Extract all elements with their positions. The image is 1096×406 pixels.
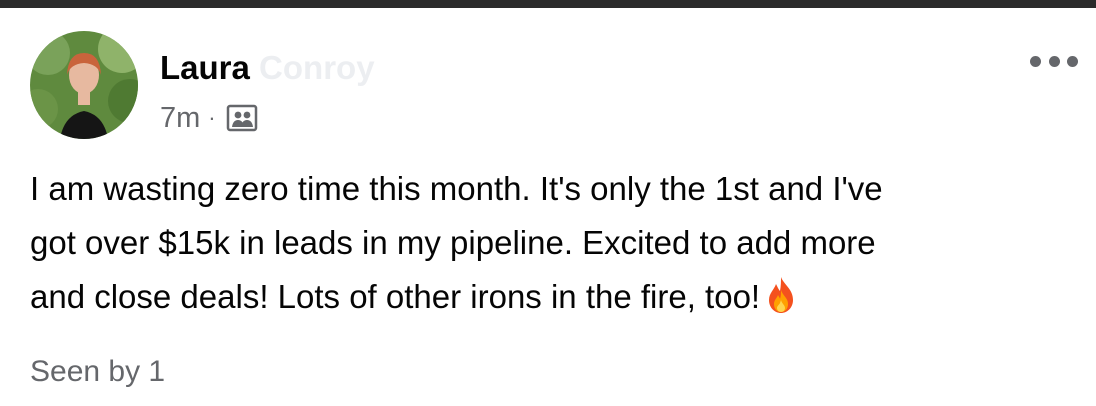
fire-emoji-icon xyxy=(766,276,796,314)
more-dot xyxy=(1048,55,1060,67)
post-text-line: I am wasting zero time this month. It's … xyxy=(30,170,883,207)
group-audience-icon[interactable] xyxy=(226,104,258,132)
meta-separator: · xyxy=(208,105,216,130)
author-first-name[interactable]: Laura xyxy=(160,49,250,86)
author-last-name-obscured: Conroy xyxy=(259,49,375,86)
post-text-line-last: and close deals! Lots of other irons in … xyxy=(30,270,1050,324)
author-name[interactable]: Laura Conroy xyxy=(160,48,375,88)
seen-by-count[interactable]: Seen by 1 xyxy=(30,352,165,392)
post-text-line: and close deals! Lots of other irons in … xyxy=(30,278,761,315)
post-text-line: got over $15k in leads in my pipeline. E… xyxy=(30,224,876,261)
avatar[interactable] xyxy=(30,31,138,139)
more-dot xyxy=(1030,55,1041,67)
avatar-photo xyxy=(30,31,138,139)
post-timestamp[interactable]: 7m xyxy=(160,102,200,135)
top-divider xyxy=(0,0,1096,8)
post-meta: 7m · xyxy=(160,100,258,136)
more-dot xyxy=(1067,55,1078,67)
post-body: I am wasting zero time this month. It's … xyxy=(30,162,1050,324)
more-options-icon[interactable] xyxy=(1030,50,1078,72)
